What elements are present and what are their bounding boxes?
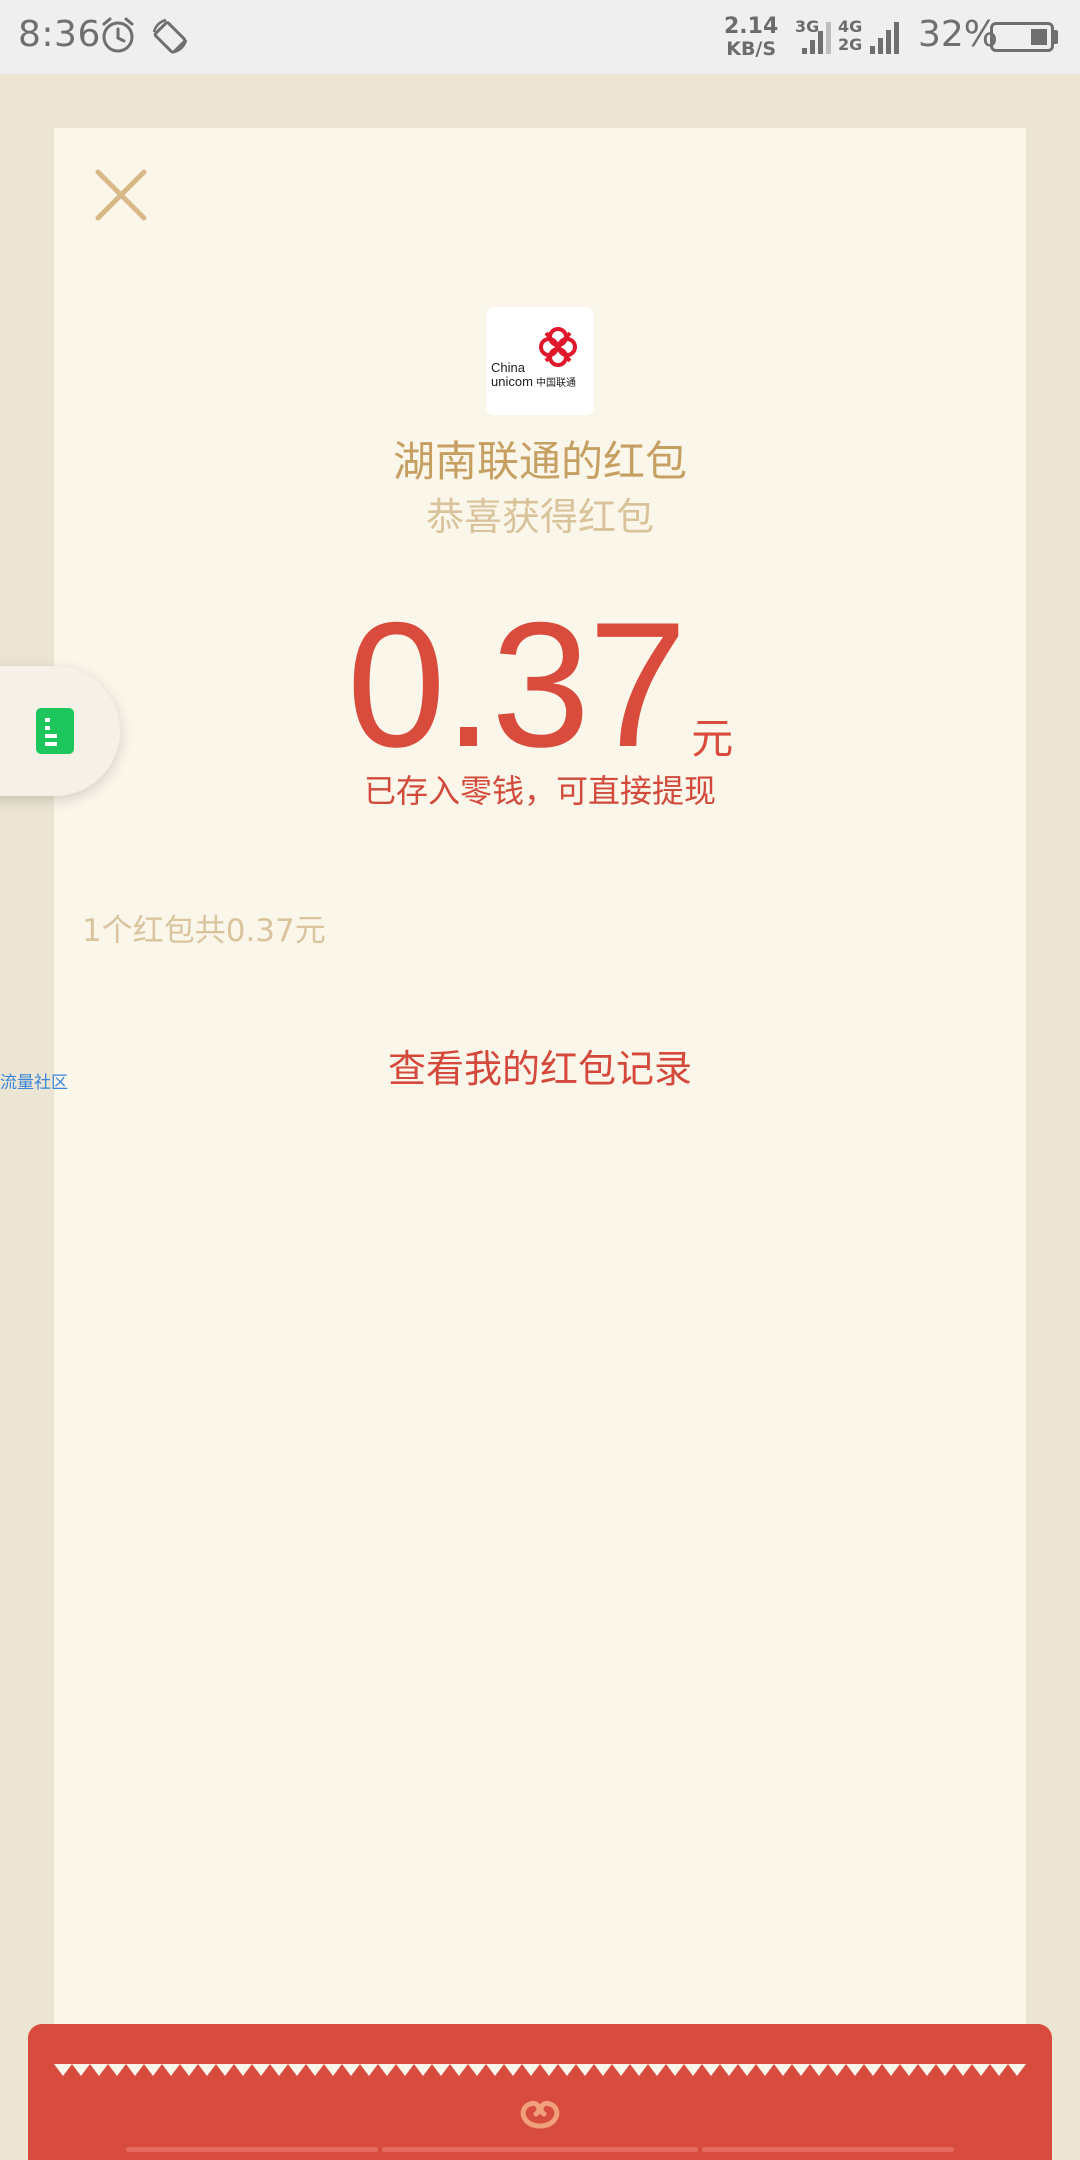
logo-text-cn: 中国联通	[536, 376, 576, 389]
document-icon	[36, 708, 74, 754]
status-time: 8:36	[18, 14, 101, 55]
alarm-icon	[102, 17, 134, 53]
amount-row: 0.37 元	[54, 596, 1026, 774]
view-records-link[interactable]: 查看我的红包记录	[54, 1038, 1026, 1093]
cloud-emblem-icon	[520, 2100, 560, 2129]
sim2-labels: 4G 2G	[838, 18, 862, 54]
amount-unit: 元	[691, 714, 734, 763]
net-speed: 2.14 KB/S	[724, 14, 779, 61]
stored-note: 已存入零钱，可直接提现	[363, 772, 716, 810]
sender-name: 湖南联通的红包	[392, 437, 687, 486]
bottom-bar-segment	[126, 2147, 378, 2152]
greeting-text: 恭喜获得红包	[425, 495, 654, 539]
status-bar: 8:36 2.14 KB/S 3G 4G 2G 32%	[0, 0, 1080, 74]
battery-tip	[1054, 30, 1058, 44]
sim2-top-label: 4G	[838, 17, 863, 36]
bottom-bar-segment	[702, 2147, 954, 2152]
close-icon[interactable]	[90, 164, 152, 226]
packet-summary: 1个红包共0.37元	[82, 913, 326, 949]
red-packet-card: China unicom 中国联通 湖南联通的红包 恭喜获得红包 0.37 元 已…	[54, 128, 1026, 2160]
logo-text-en-1: China	[491, 360, 526, 375]
zigzag-edge	[54, 2064, 1026, 2076]
bottom-red-strip	[28, 2024, 1052, 2160]
logo-text-en-2: unicom	[491, 374, 533, 389]
side-community-link[interactable]: 流量社区	[0, 1068, 68, 1093]
battery-percent: 32%	[918, 14, 999, 55]
net-speed-unit: KB/S	[726, 38, 777, 60]
sender-logo: China unicom 中国联通	[486, 307, 594, 415]
battery-icon	[990, 22, 1054, 52]
rotate-icon	[152, 18, 188, 54]
signal-icon	[870, 22, 899, 54]
amount-value: 0.37	[346, 585, 687, 784]
bottom-bar-segment	[382, 2147, 698, 2152]
net-speed-value: 2.14	[724, 14, 779, 39]
sim2-bottom-label: 2G	[838, 35, 863, 54]
signal-icon	[802, 22, 831, 54]
unicom-logo-icon: China unicom 中国联通	[491, 327, 577, 389]
